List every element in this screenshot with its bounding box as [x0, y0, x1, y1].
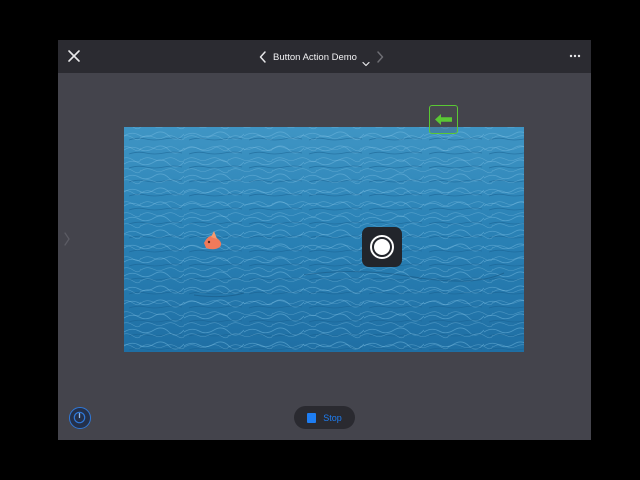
stop-button[interactable]: Stop	[294, 406, 355, 429]
next-button[interactable]	[375, 50, 385, 64]
side-panel-toggle[interactable]	[63, 231, 71, 247]
title-group: Button Action Demo	[258, 46, 398, 68]
app-window: Button Action Demo Stop	[58, 40, 591, 440]
chevron-right-icon	[377, 51, 384, 63]
gauge-button[interactable]	[69, 407, 91, 429]
close-button[interactable]	[66, 48, 82, 64]
chevron-left-icon	[259, 51, 266, 63]
chevron-right-icon	[64, 232, 70, 246]
camera-view[interactable]	[124, 127, 524, 352]
capture-dot	[374, 239, 390, 255]
chevron-down-icon	[362, 61, 370, 67]
top-bar: Button Action Demo	[58, 40, 591, 73]
close-icon	[68, 50, 80, 62]
back-arrow-button[interactable]	[429, 105, 458, 134]
previous-button[interactable]	[258, 50, 268, 64]
stop-icon	[307, 412, 317, 423]
page-title[interactable]: Button Action Demo	[273, 52, 357, 63]
arrow-left-icon	[435, 114, 452, 125]
more-button[interactable]	[567, 48, 583, 64]
gauge-icon	[73, 411, 86, 424]
title-menu-button[interactable]	[362, 54, 370, 67]
more-icon	[569, 54, 581, 58]
ocean-image	[124, 127, 524, 352]
stop-label: Stop	[323, 412, 342, 423]
capture-button[interactable]	[362, 227, 402, 267]
